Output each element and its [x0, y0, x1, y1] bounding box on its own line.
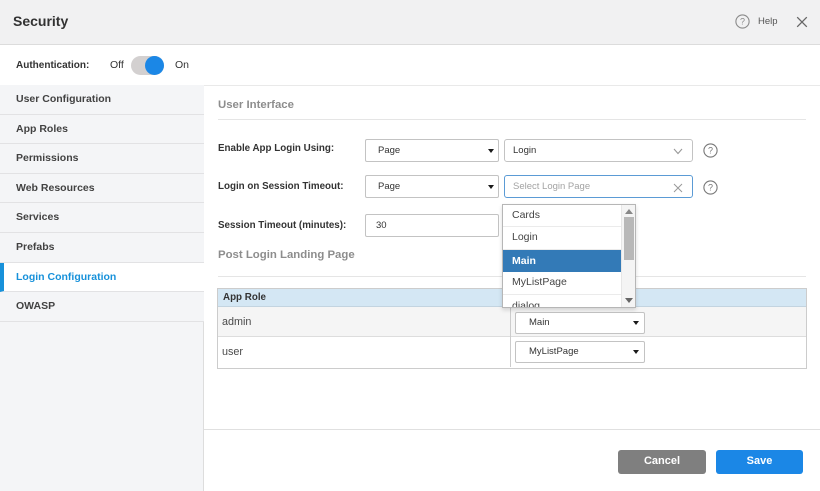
svg-text:?: ?: [708, 146, 713, 156]
svg-text:?: ?: [740, 17, 745, 27]
svg-text:?: ?: [708, 183, 713, 193]
